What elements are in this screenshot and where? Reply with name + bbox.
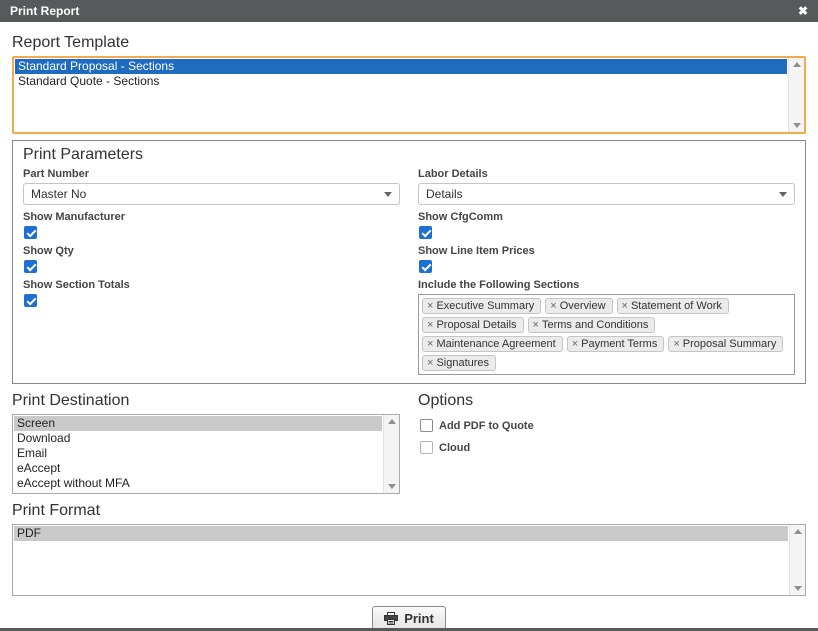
remove-tag-icon[interactable]: × xyxy=(427,300,433,312)
options-column: Options Add PDF to Quote Cloud xyxy=(418,384,806,494)
print-destination-option[interactable]: eAccept xyxy=(14,461,382,476)
remove-tag-icon[interactable]: × xyxy=(550,300,556,312)
report-template-listbox[interactable]: Standard Proposal - Sections Standard Qu… xyxy=(12,56,806,134)
print-format-heading: Print Format xyxy=(12,501,806,520)
close-icon[interactable]: ✖ xyxy=(798,5,808,17)
print-destination-option[interactable]: eAccept without MFA xyxy=(14,476,382,491)
show-line-item-prices-checkbox[interactable] xyxy=(419,260,432,273)
section-tag-label: Statement of Work xyxy=(631,300,722,312)
scroll-up-icon[interactable] xyxy=(793,62,801,67)
print-destination-option[interactable]: Email xyxy=(14,446,382,461)
section-tag-label: Signatures xyxy=(436,357,489,369)
remove-tag-icon[interactable]: × xyxy=(572,338,578,350)
section-tag[interactable]: × Overview xyxy=(545,298,612,314)
include-sections-multiselect[interactable]: ×Executive Summary ×Overview ×Statement … xyxy=(418,294,795,375)
print-destination-heading: Print Destination xyxy=(12,391,400,410)
labor-details-label: Labor Details xyxy=(418,168,795,181)
show-section-totals-label: Show Section Totals xyxy=(23,279,400,292)
chevron-down-icon xyxy=(779,192,787,197)
section-tag-label: Proposal Details xyxy=(436,319,516,331)
printer-icon xyxy=(384,612,398,625)
cloud-label: Cloud xyxy=(439,442,470,454)
section-tag[interactable]: × Proposal Summary xyxy=(668,336,783,352)
add-pdf-to-quote-label: Add PDF to Quote xyxy=(439,420,534,432)
cloud-checkbox[interactable] xyxy=(420,441,433,454)
section-tag[interactable]: ×Executive Summary xyxy=(422,298,541,314)
report-template-options: Standard Proposal - Sections Standard Qu… xyxy=(14,58,804,90)
dialog-content: Report Template Standard Proposal - Sect… xyxy=(0,22,818,631)
section-tag[interactable]: ×Terms and Conditions xyxy=(528,317,656,333)
remove-tag-icon[interactable]: × xyxy=(427,338,433,350)
add-pdf-to-quote-checkbox[interactable] xyxy=(420,419,433,432)
show-manufacturer-checkbox[interactable] xyxy=(24,226,37,239)
section-tag[interactable]: ×Statement of Work xyxy=(617,298,729,314)
print-format-listbox[interactable]: PDF xyxy=(12,524,806,596)
scroll-down-icon[interactable] xyxy=(793,123,801,128)
print-destination-option[interactable]: Download xyxy=(14,431,382,446)
scrollbar[interactable] xyxy=(789,525,805,595)
print-format-options: PDF xyxy=(13,525,805,542)
part-number-label: Part Number xyxy=(23,168,400,181)
report-template-heading: Report Template xyxy=(12,33,806,52)
section-tag-label: Proposal Summary xyxy=(683,338,777,350)
show-manufacturer-label: Show Manufacturer xyxy=(23,211,400,224)
scroll-down-icon[interactable] xyxy=(794,586,802,591)
section-tag[interactable]: ×Proposal Details xyxy=(422,317,524,333)
part-number-select[interactable]: Master No xyxy=(23,183,400,205)
show-section-totals-checkbox[interactable] xyxy=(24,294,37,307)
section-tag[interactable]: ×Maintenance Agreement xyxy=(422,336,563,352)
options-heading: Options xyxy=(418,391,806,410)
labor-details-select[interactable]: Details xyxy=(418,183,795,205)
scroll-up-icon[interactable] xyxy=(388,419,396,424)
section-tag[interactable]: ×Payment Terms xyxy=(567,336,665,352)
show-line-item-prices-label: Show Line Item Prices xyxy=(418,245,795,258)
show-qty-label: Show Qty xyxy=(23,245,400,258)
section-tag-label: Maintenance Agreement xyxy=(436,338,555,350)
print-destination-options: Screen Download Email eAccept eAccept wi… xyxy=(13,415,399,492)
report-template-option[interactable]: Standard Proposal - Sections xyxy=(15,59,787,74)
scroll-up-icon[interactable] xyxy=(794,529,802,534)
dialog-title: Print Report xyxy=(10,4,79,18)
labor-details-value: Details xyxy=(426,187,463,201)
section-tag-label: Terms and Conditions xyxy=(542,319,648,331)
scrollbar[interactable] xyxy=(788,58,804,132)
section-tag-label: Executive Summary xyxy=(436,300,534,312)
section-tag-label: Payment Terms xyxy=(581,338,657,350)
print-destination-option[interactable]: Screen xyxy=(14,416,382,431)
remove-tag-icon[interactable]: × xyxy=(427,357,433,369)
chevron-down-icon xyxy=(384,192,392,197)
print-report-dialog: Print Report ✖ Report Template Standard … xyxy=(0,0,818,631)
section-tag-label: Overview xyxy=(560,300,606,312)
print-parameters-box: Print Parameters Part Number Master No S… xyxy=(12,140,806,384)
parameters-right-column: Labor Details Details Show CfgComm Show … xyxy=(418,166,795,375)
print-parameters-heading: Print Parameters xyxy=(23,145,795,164)
remove-tag-icon[interactable]: × xyxy=(673,338,679,350)
part-number-value: Master No xyxy=(31,187,86,201)
show-cfgcomm-label: Show CfgComm xyxy=(418,211,795,224)
remove-tag-icon[interactable]: × xyxy=(427,319,433,331)
remove-tag-icon[interactable]: × xyxy=(622,300,628,312)
print-destination-column: Print Destination Screen Download Email … xyxy=(12,384,400,494)
scrollbar[interactable] xyxy=(383,415,399,493)
parameters-left-column: Part Number Master No Show Manufacturer … xyxy=(23,166,400,375)
print-button-label: Print xyxy=(404,611,434,626)
remove-tag-icon[interactable]: × xyxy=(533,319,539,331)
dialog-titlebar: Print Report ✖ xyxy=(0,0,818,22)
report-template-option[interactable]: Standard Quote - Sections xyxy=(15,74,787,89)
include-sections-label: Include the Following Sections xyxy=(418,279,795,292)
show-qty-checkbox[interactable] xyxy=(24,260,37,273)
scroll-down-icon[interactable] xyxy=(388,484,396,489)
show-cfgcomm-checkbox[interactable] xyxy=(419,226,432,239)
print-destination-listbox[interactable]: Screen Download Email eAccept eAccept wi… xyxy=(12,414,400,494)
print-format-option[interactable]: PDF xyxy=(14,526,788,541)
section-tag[interactable]: ×Signatures xyxy=(422,355,496,371)
